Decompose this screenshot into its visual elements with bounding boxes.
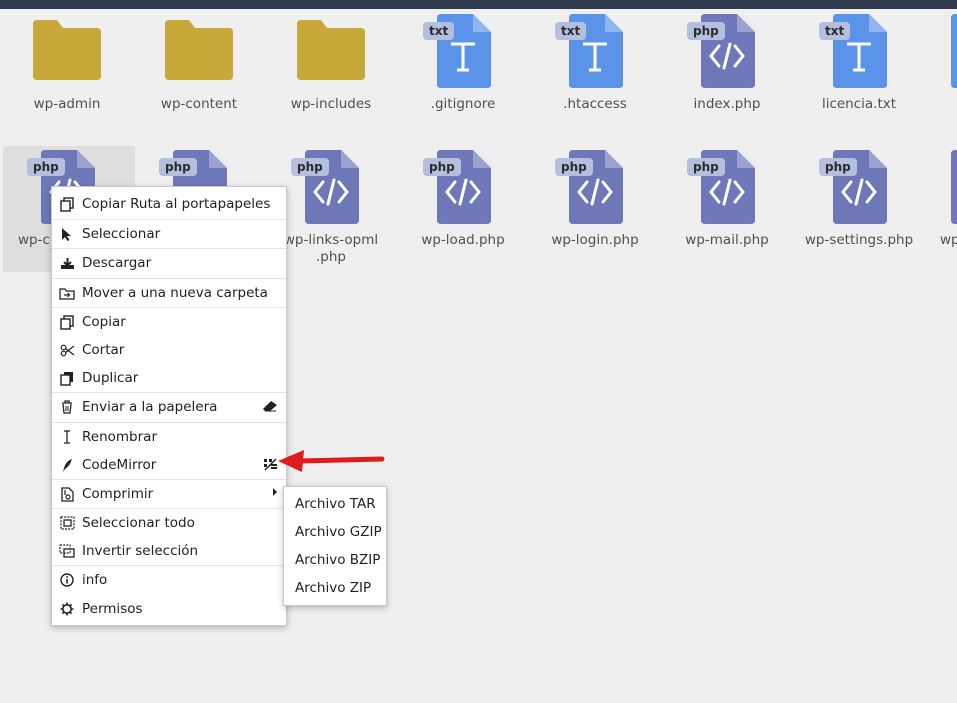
file-type-badge: php [27,158,65,176]
menu-item-select-all[interactable]: Seleccionar todo [52,509,286,537]
context-menu: Copiar Ruta al portapapeles Seleccionar … [51,186,287,626]
file-type-badge: txt [423,22,455,40]
file-item-partial-2[interactable]: wp [925,146,957,272]
menu-item-copy[interactable]: Copiar [52,308,286,336]
duplicate-icon [52,371,82,386]
submenu-item-zip[interactable]: Archivo ZIP [284,574,386,602]
trash-icon [52,400,82,414]
cursor-icon [52,227,82,242]
copy-icon [52,314,82,330]
file-type-badge: txt [819,22,851,40]
file-type-badge: php [819,158,857,176]
folder-icon [33,20,101,80]
file-type-badge: php [555,158,593,176]
invert-selection-icon [52,544,82,558]
compress-submenu: Archivo TAR Archivo GZIP Archivo BZIP Ar… [283,486,387,606]
eraser-icon [262,400,278,415]
pen-icon [52,458,82,473]
download-icon [52,257,82,270]
file-item-wp-admin[interactable]: wp-admin [1,10,133,136]
folder-icon [165,20,233,80]
file-item-index-php[interactable]: php index.php [661,10,793,136]
menu-item-cut[interactable]: Cortar [52,336,286,364]
submenu-item-gzip[interactable]: Archivo GZIP [284,518,386,546]
text-cursor-icon [52,430,82,444]
menu-item-trash[interactable]: Enviar a la papelera [52,393,286,421]
menu-item-codemirror[interactable]: CodeMirror [52,451,286,479]
menu-item-compress[interactable]: Comprimir [52,480,286,508]
file-item-wp-load[interactable]: php wp-load.php [397,146,529,272]
file-item-wp-settings[interactable]: php wp-settings.php [793,146,925,272]
file-item-licencia-txt[interactable]: txt licencia.txt [793,10,925,136]
file-type-badge: php [423,158,461,176]
file-item-partial[interactable] [925,10,957,136]
menu-item-select[interactable]: Seleccionar [52,220,286,248]
menu-item-duplicate[interactable]: Duplicar [52,364,286,392]
menu-item-download[interactable]: Descargar [52,249,286,277]
file-name: .gitignore [430,96,496,112]
file-name: wp-content [160,96,238,112]
file-type-badge: php [291,158,329,176]
file-name: wp-mail.php [685,232,769,248]
file-item-wp-content[interactable]: wp-content [133,10,265,136]
file-name: wp-admin [33,96,101,112]
move-folder-icon [52,287,82,300]
gear-icon [52,602,82,616]
file-name: wp-settings.php [804,232,914,248]
file-item-wp-mail[interactable]: php wp-mail.php [661,146,793,272]
text-file-icon [951,14,957,88]
file-item-wp-login[interactable]: php wp-login.php [529,146,661,272]
scissors-icon [52,344,82,357]
file-name: wp-load.php [421,232,505,248]
info-icon [52,573,82,587]
file-item-gitignore[interactable]: txt .gitignore [397,10,529,136]
copy-icon [52,196,82,212]
file-type-badge: txt [555,22,587,40]
file-name: index.php [693,96,761,112]
select-all-icon [52,516,82,530]
menu-item-move-folder[interactable]: Mover a una nueva carpeta [52,279,286,307]
menu-item-rename[interactable]: Renombrar [52,423,286,451]
file-type-badge: php [159,158,197,176]
file-type-badge: php [687,22,725,40]
file-name: .htaccess [563,96,627,112]
file-item-htaccess[interactable]: txt .htaccess [529,10,661,136]
menu-item-info[interactable]: info [52,566,286,594]
chevron-right-icon [272,486,278,500]
submenu-item-tar[interactable]: Archivo TAR [284,490,386,518]
menu-item-permissions[interactable]: Permisos [52,595,286,623]
submenu-item-bzip[interactable]: Archivo BZIP [284,546,386,574]
annotation-arrow-icon [278,450,385,472]
file-type-badge: php [687,158,725,176]
file-name: licencia.txt [821,96,897,112]
file-name: wp [940,232,957,248]
file-item-wp-includes[interactable]: wp-includes [265,10,397,136]
folder-icon [297,20,365,80]
code-file-icon [951,150,957,224]
file-name: wp-includes [290,96,372,112]
menu-item-invert-selection[interactable]: Invertir selección [52,537,286,565]
archive-icon [52,486,82,502]
file-name: wp-login.php [551,232,639,248]
menu-item-copy-path[interactable]: Copiar Ruta al portapapeles [52,190,286,218]
top-bar [0,0,957,9]
